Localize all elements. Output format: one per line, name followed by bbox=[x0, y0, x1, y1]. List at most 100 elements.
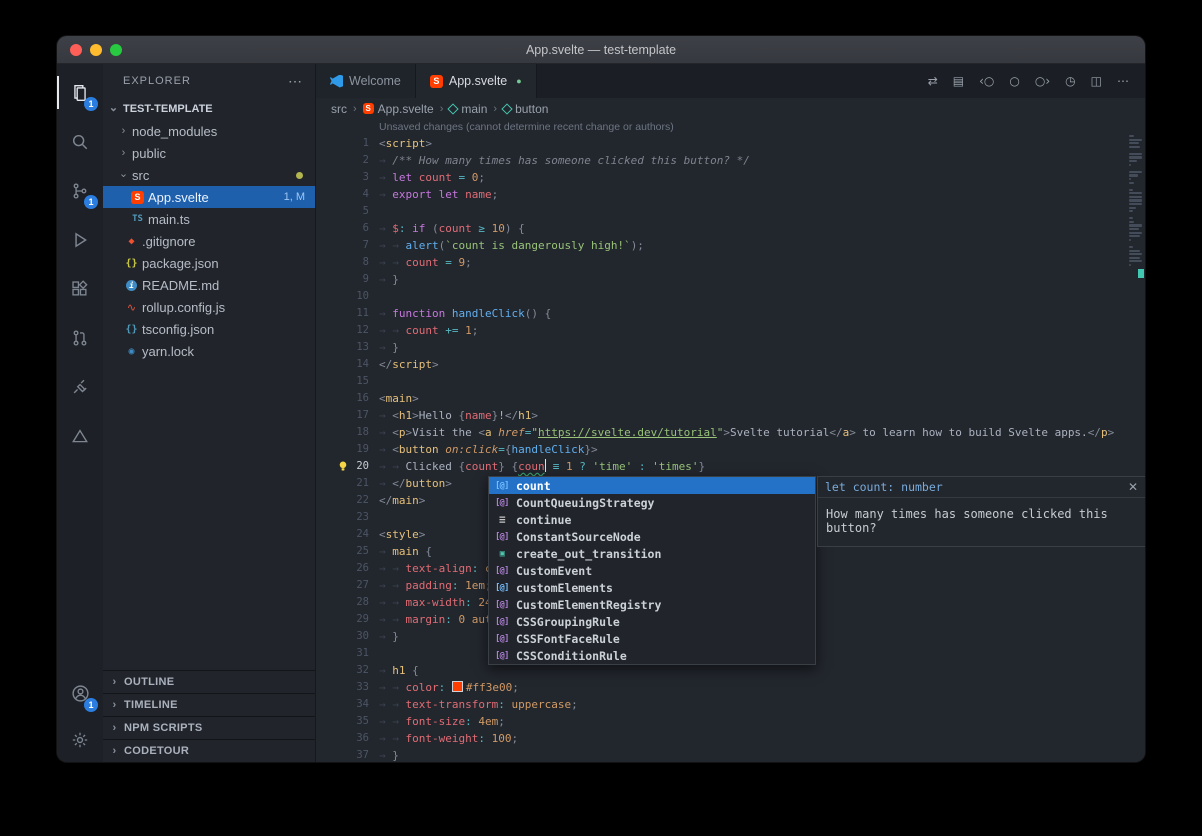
code-text: → } bbox=[369, 271, 399, 288]
suggest-item[interactable]: [@]customElements bbox=[489, 579, 815, 596]
color-swatch bbox=[452, 681, 463, 692]
explorer-sidebar: EXPLORER TEST-TEMPLATE node_modulespubli… bbox=[103, 64, 316, 762]
suggest-item[interactable]: [@]CountQueuingStrategy bbox=[489, 494, 815, 511]
line-number: 25 bbox=[316, 543, 369, 560]
code-line[interactable]: 17→ <h1>Hello {name}!</h1> bbox=[316, 407, 1145, 424]
code-line[interactable]: 5 bbox=[316, 203, 1145, 220]
more-actions-icon[interactable] bbox=[288, 73, 303, 90]
tree-item[interactable]: ◆.gitignore bbox=[103, 230, 315, 252]
code-line[interactable]: 16<main> bbox=[316, 390, 1145, 407]
activity-run-debug[interactable] bbox=[57, 215, 103, 264]
tree-item[interactable]: ◉yarn.lock bbox=[103, 340, 315, 362]
overview-ruler-marker bbox=[1138, 269, 1144, 278]
sidebar-panel-npm-scripts[interactable]: NPM SCRIPTS bbox=[103, 716, 315, 739]
sidebar-panel-outline[interactable]: OUTLINE bbox=[103, 670, 315, 693]
close-icon[interactable]: ✕ bbox=[1128, 480, 1138, 494]
code-line[interactable]: 19→ <button on:click={handleClick}> bbox=[316, 441, 1145, 458]
code-line[interactable]: 33→ → color: #ff3e00; bbox=[316, 679, 1145, 696]
compare-changes-icon[interactable]: ⇄ bbox=[928, 74, 938, 88]
close-window-button[interactable] bbox=[70, 44, 82, 56]
workspace-root-label: TEST-TEMPLATE bbox=[123, 103, 213, 115]
activity-github-pr[interactable] bbox=[57, 313, 103, 362]
sidebar-panel-codetour[interactable]: CODETOUR bbox=[103, 739, 315, 762]
activity-accounts[interactable]: 1 bbox=[57, 669, 103, 718]
code-line[interactable]: 10 bbox=[316, 288, 1145, 305]
keyword-icon: ≡ bbox=[492, 513, 512, 526]
activity-source-control[interactable]: 1 bbox=[57, 166, 103, 215]
tree-item[interactable]: {}tsconfig.json bbox=[103, 318, 315, 340]
code-line[interactable]: 7→ → alert(`count is dangerously high!`)… bbox=[316, 237, 1145, 254]
minimap[interactable] bbox=[1128, 119, 1145, 762]
code-line[interactable]: 2→ /** How many times has someone clicke… bbox=[316, 152, 1145, 169]
code-line[interactable]: 20→ → Clicked {count} {coun ≡ 1 ? 'time'… bbox=[316, 458, 1145, 475]
tab-bar-tabs: WelcomeSApp.svelte● bbox=[316, 64, 537, 98]
more-actions-icon[interactable]: ⋯ bbox=[1117, 74, 1129, 88]
tree-item[interactable]: iREADME.md bbox=[103, 274, 315, 296]
tab-welcome[interactable]: Welcome bbox=[316, 64, 416, 98]
suggest-item[interactable]: [@]CSSConditionRule bbox=[489, 647, 815, 664]
tab-app-svelte[interactable]: SApp.svelte● bbox=[416, 64, 537, 98]
tree-item[interactable]: src bbox=[103, 164, 315, 186]
tree-item[interactable]: SApp.svelte1, M bbox=[103, 186, 315, 208]
suggest-item[interactable]: ▣create_out_transition bbox=[489, 545, 815, 562]
code-line[interactable]: 9→ } bbox=[316, 271, 1145, 288]
tree-item[interactable]: ∿rollup.config.js bbox=[103, 296, 315, 318]
activity-extensions[interactable] bbox=[57, 264, 103, 313]
breadcrumb-item[interactable]: src bbox=[331, 102, 347, 116]
line-number: 2 bbox=[316, 152, 369, 169]
code-line[interactable]: 13→ } bbox=[316, 339, 1145, 356]
activity-search[interactable] bbox=[57, 117, 103, 166]
code-line[interactable]: 36→ → font-weight: 100; bbox=[316, 730, 1145, 747]
suggest-item[interactable]: [@]CSSFontFaceRule bbox=[489, 630, 815, 647]
code-line[interactable]: 37→ } bbox=[316, 747, 1145, 762]
code-line[interactable]: 15 bbox=[316, 373, 1145, 390]
code-line[interactable]: 4→ export let name; bbox=[316, 186, 1145, 203]
suggest-item[interactable]: [@]count bbox=[489, 477, 815, 494]
next-change-icon[interactable]: ○› bbox=[1035, 74, 1050, 88]
activity-settings[interactable] bbox=[57, 718, 103, 762]
history-icon[interactable]: ◷ bbox=[1065, 74, 1075, 88]
title-bar[interactable]: App.svelte — test-template bbox=[57, 36, 1145, 64]
prev-change-icon[interactable]: ‹○ bbox=[979, 74, 994, 88]
code-text: → → font-size: 4em; bbox=[369, 713, 505, 730]
zoom-window-button[interactable] bbox=[110, 44, 122, 56]
code-line[interactable]: 12→ → count += 1; bbox=[316, 322, 1145, 339]
breadcrumb-item[interactable]: SApp.svelte bbox=[363, 102, 434, 116]
modified-dot-icon: ● bbox=[516, 76, 521, 86]
code-line[interactable]: 3→ let count = 0; bbox=[316, 169, 1145, 186]
code-line[interactable]: 6→ $: if (count ≥ 10) { bbox=[316, 220, 1145, 237]
code-line[interactable]: 34→ → text-transform: uppercase; bbox=[316, 696, 1145, 713]
breadcrumb-item[interactable]: button bbox=[503, 102, 548, 116]
blame-icon[interactable]: ○ bbox=[1009, 74, 1019, 88]
workspace-root[interactable]: TEST-TEMPLATE bbox=[103, 98, 315, 120]
suggest-item[interactable]: ≡continue bbox=[489, 511, 815, 528]
code-line[interactable]: 1<script> bbox=[316, 135, 1145, 152]
sidebar-panel-timeline[interactable]: TIMELINE bbox=[103, 693, 315, 716]
tree-item[interactable]: node_modules bbox=[103, 120, 315, 142]
class-icon: [@] bbox=[492, 532, 512, 542]
suggest-item[interactable]: [@]CustomElementRegistry bbox=[489, 596, 815, 613]
open-changes-icon[interactable]: ▤ bbox=[953, 74, 964, 88]
suggest-item[interactable]: [@]CSSGroupingRule bbox=[489, 613, 815, 630]
code-line[interactable]: 18→ <p>Visit the <a href="https://svelte… bbox=[316, 424, 1145, 441]
suggest-item[interactable]: [@]CustomEvent bbox=[489, 562, 815, 579]
suggest-item[interactable]: [@]ConstantSourceNode bbox=[489, 528, 815, 545]
activity-explorer[interactable]: 1 bbox=[57, 68, 103, 117]
readme-file-icon: i bbox=[126, 280, 137, 291]
line-number: 5 bbox=[316, 203, 369, 220]
code-text: <main> bbox=[369, 390, 419, 407]
tree-item[interactable]: public bbox=[103, 142, 315, 164]
code-line[interactable]: 35→ → font-size: 4em; bbox=[316, 713, 1145, 730]
minimize-window-button[interactable] bbox=[90, 44, 102, 56]
activity-remote[interactable] bbox=[57, 362, 103, 411]
suggest-item-label: CSSConditionRule bbox=[516, 649, 627, 663]
activity-triangle[interactable] bbox=[57, 411, 103, 460]
code-line[interactable]: 8→ → count = 9; bbox=[316, 254, 1145, 271]
tree-item[interactable]: {}package.json bbox=[103, 252, 315, 274]
breadcrumb-item[interactable]: main bbox=[449, 102, 487, 116]
code-line[interactable]: 11→ function handleClick() { bbox=[316, 305, 1145, 322]
tree-item[interactable]: TSmain.ts bbox=[103, 208, 315, 230]
editor-content[interactable]: Unsaved changes (cannot determine recent… bbox=[316, 119, 1145, 762]
split-editor-icon[interactable]: ◫ bbox=[1091, 74, 1102, 88]
code-line[interactable]: 14</script> bbox=[316, 356, 1145, 373]
